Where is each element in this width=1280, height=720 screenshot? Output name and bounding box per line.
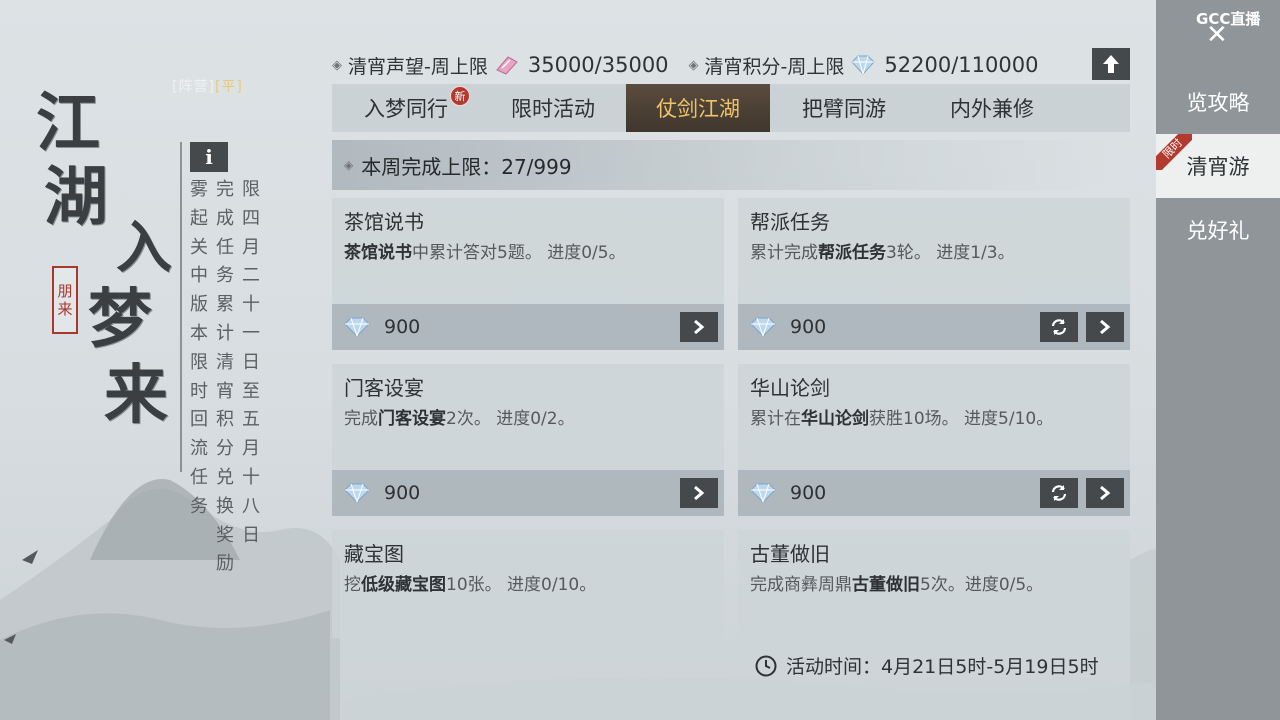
task-description: 茶馆说书中累计答对5题。 进度0/5。 bbox=[344, 243, 626, 263]
tab-dream-together[interactable]: 入梦同行 新 bbox=[332, 84, 480, 132]
refresh-button[interactable] bbox=[1040, 478, 1078, 508]
sidebar-item-guide[interactable]: 览攻略 bbox=[1156, 70, 1280, 134]
refresh-icon bbox=[1051, 319, 1067, 335]
points-label: 清宵积分-周上限 bbox=[704, 55, 845, 78]
info-button[interactable]: i bbox=[190, 142, 228, 172]
task-card-huashan: 华山论剑 累计在华山论剑获胜10场。 进度5/10。 900 bbox=[738, 364, 1130, 516]
tab-travel-together[interactable]: 把臂同游 bbox=[770, 84, 918, 132]
title-char: 江 bbox=[36, 86, 100, 161]
title-char: 入 bbox=[116, 215, 172, 281]
title-char: 湖 bbox=[44, 160, 108, 235]
reward-amount: 900 bbox=[384, 482, 421, 504]
task-name: 帮派任务 bbox=[750, 210, 830, 234]
task-name: 古董做旧 bbox=[750, 542, 830, 566]
points-value: 52200/110000 bbox=[884, 53, 1039, 77]
task-description: 完成门客设宴2次。 进度0/2。 bbox=[344, 409, 575, 429]
go-button[interactable] bbox=[1086, 478, 1124, 508]
diamond-icon: ◈ bbox=[688, 57, 699, 73]
event-description: 雾起关中版本限时回流任务 完成任务累计清宵积分兑换奖励 限四月二十一日至五月十八… bbox=[188, 176, 262, 579]
task-name: 华山论剑 bbox=[750, 376, 830, 400]
task-description: 累计在华山论剑获胜10场。 进度5/10。 bbox=[750, 409, 1054, 429]
refresh-button[interactable] bbox=[1040, 312, 1078, 342]
tab-limited-events[interactable]: 限时活动 bbox=[480, 84, 626, 132]
scroll-up-button[interactable] bbox=[1092, 48, 1130, 80]
x-mark-icon: ✕ bbox=[1206, 20, 1228, 50]
task-description: 累计完成帮派任务3轮。 进度1/3。 bbox=[750, 243, 1015, 263]
new-badge: 新 bbox=[450, 86, 470, 106]
reputation-value: 35000/35000 bbox=[527, 53, 669, 77]
chevron-right-icon bbox=[1100, 485, 1111, 501]
description-column: 雾起关中版本限时回流任务 bbox=[190, 179, 208, 517]
title-char: 来 bbox=[104, 358, 168, 433]
chevron-right-icon bbox=[694, 485, 705, 501]
blue-gem-icon bbox=[750, 483, 776, 503]
task-card-antique: 古董做旧 完成商彝周鼎古董做旧5次。进度0/5。 bbox=[738, 530, 1130, 638]
task-name: 藏宝图 bbox=[344, 542, 404, 566]
blue-gem-icon bbox=[344, 483, 370, 503]
tab-cultivation[interactable]: 内外兼修 bbox=[918, 84, 1066, 132]
task-reward-bar: 900 bbox=[332, 304, 724, 350]
blue-gem-icon bbox=[750, 317, 776, 337]
chevron-right-icon bbox=[1100, 319, 1111, 335]
task-reward-bar: 900 bbox=[738, 304, 1130, 350]
diamond-icon: ◈ bbox=[332, 57, 342, 73]
blue-gem-icon bbox=[344, 317, 370, 337]
go-button[interactable] bbox=[1086, 312, 1124, 342]
tab-sword-jianghu[interactable]: 仗剑江湖 bbox=[626, 84, 770, 132]
diamond-icon: ◈ bbox=[344, 158, 354, 172]
go-button[interactable] bbox=[680, 312, 718, 342]
reputation-label: 清宵声望-周上限 bbox=[348, 55, 488, 78]
task-card-teahouse: 茶馆说书 茶馆说书中累计答对5题。 进度0/5。 900 bbox=[332, 198, 724, 350]
task-description: 完成商彝周鼎古董做旧5次。进度0/5。 bbox=[750, 575, 1044, 595]
go-button[interactable] bbox=[680, 478, 718, 508]
chevron-right-icon bbox=[694, 319, 705, 335]
arrow-up-icon bbox=[1103, 55, 1119, 73]
blue-gem-icon bbox=[851, 55, 876, 75]
ping-tag[interactable]: [平] bbox=[215, 79, 243, 95]
weekly-limit-banner: ◈ 本周完成上限：27/999 bbox=[332, 140, 1130, 190]
reward-amount: 900 bbox=[790, 482, 827, 504]
category-tabs: 入梦同行 新 限时活动 仗剑江湖 把臂同游 内外兼修 bbox=[332, 84, 1130, 132]
task-card-treasure-map: 藏宝图 挖低级藏宝图10张。 进度0/10。 bbox=[332, 530, 724, 638]
pink-ticket-icon bbox=[496, 56, 518, 75]
reward-amount: 900 bbox=[384, 316, 421, 338]
weekly-limit-text: 本周完成上限：27/999 bbox=[361, 154, 572, 179]
task-name: 门客设宴 bbox=[344, 376, 424, 400]
task-reward-bar: 900 bbox=[332, 470, 724, 516]
limited-time-ribbon: 限时 bbox=[1156, 134, 1192, 170]
task-description: 挖低级藏宝图10张。 进度0/10。 bbox=[344, 575, 597, 595]
weekly-stats-bar: ◈ 清宵声望-周上限 35000/35000 ◈ 清宵积分-周上限 52200/… bbox=[332, 50, 1038, 80]
task-card-banquet: 门客设宴 完成门客设宴2次。 进度0/2。 900 bbox=[332, 364, 724, 516]
task-name: 茶馆说书 bbox=[344, 210, 424, 234]
description-column: 完成任务累计清宵积分兑换奖励 bbox=[216, 179, 234, 575]
refresh-icon bbox=[1051, 485, 1067, 501]
activity-time-text: 活动时间：4月21日5时-5月19日5时 bbox=[786, 656, 1099, 678]
stream-watermark: GCC直播 ✕ bbox=[1196, 10, 1261, 50]
title-char: 梦 bbox=[88, 282, 152, 357]
task-card-guild: 帮派任务 累计完成帮派任务3轮。 进度1/3。 900 bbox=[738, 198, 1130, 350]
clock-icon bbox=[755, 655, 777, 676]
divider-line bbox=[180, 142, 182, 472]
red-seal-stamp: 朋 来 bbox=[52, 266, 78, 334]
task-reward-bar: 900 bbox=[738, 470, 1130, 516]
description-column: 限四月二十一日至五月十八日 bbox=[242, 179, 260, 546]
reward-amount: 900 bbox=[790, 316, 827, 338]
sidebar-item-redeem[interactable]: 兑好礼 bbox=[1156, 198, 1280, 262]
activity-time: 活动时间：4月21日5时-5月19日5时 bbox=[754, 652, 1099, 679]
